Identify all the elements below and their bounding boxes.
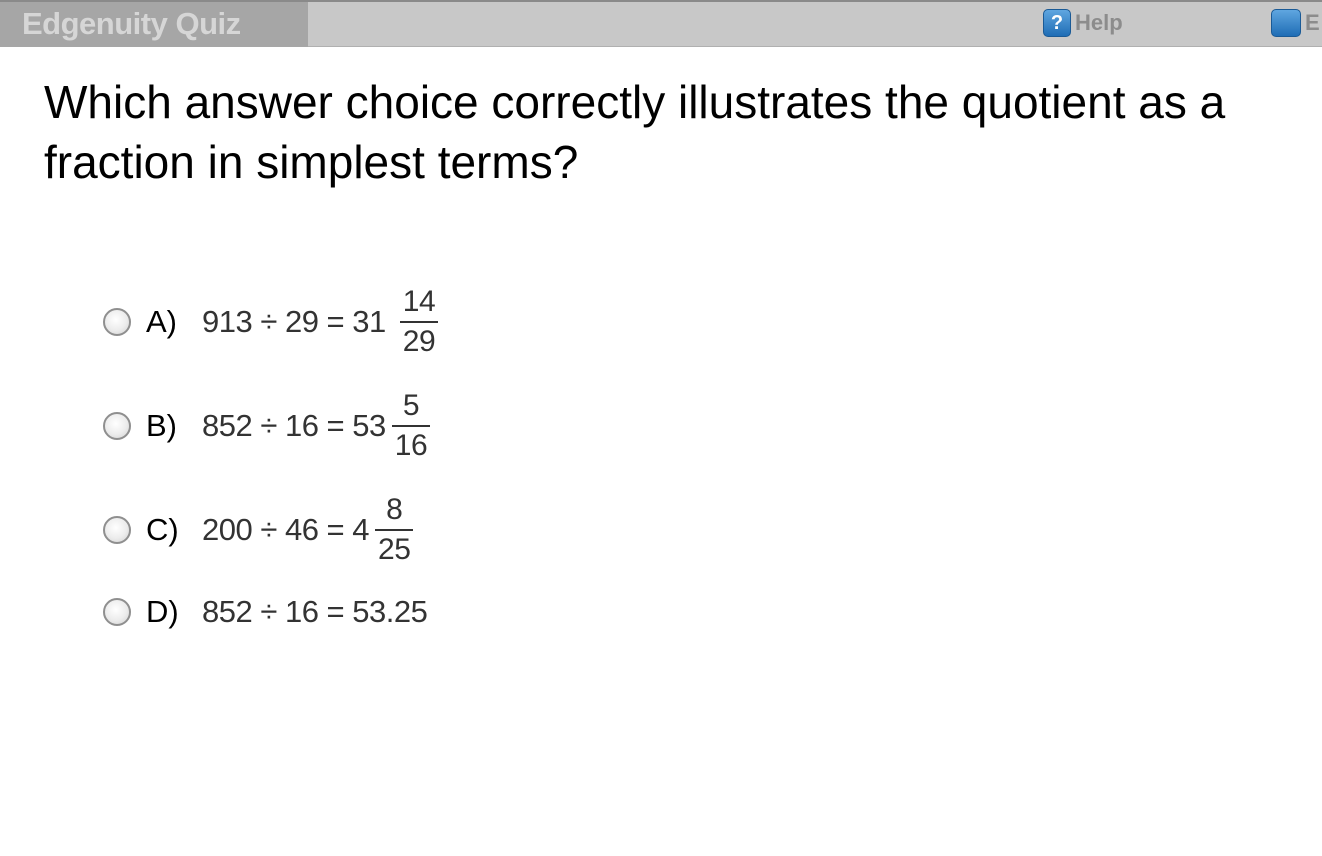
fraction-denominator-a: 29 [402,325,436,358]
choice-expression-d: 852 ÷ 16 = 53.25 [202,594,428,630]
blue-square-icon [1271,9,1301,37]
choice-letter-b: B) [146,408,177,443]
choice-letter-c: C) [146,512,179,547]
help-label: Help [1075,10,1123,35]
choice-expression-c: 200 ÷ 46 = 4 8 25 [202,493,414,566]
answer-choice-c[interactable]: C) 200 ÷ 46 = 4 8 25 [103,495,414,565]
fraction-denominator-c: 25 [378,533,411,566]
help-button[interactable]: ? Help [1043,9,1123,37]
answer-choice-d[interactable]: D) 852 ÷ 16 = 53.25 [103,592,428,632]
choice-letter-a: A) [146,304,177,339]
app-title-box: Edgenuity Quiz [0,2,308,47]
top-bar: Edgenuity Quiz ? Help E [0,0,1322,47]
expression-text-b: 852 ÷ 16 = 53 [202,408,386,443]
radio-button-a[interactable] [103,308,131,336]
expression-text-a: 913 ÷ 29 = 31 [202,304,386,339]
expression-text-d: 852 ÷ 16 = 53.25 [202,594,428,629]
fraction-numerator-c: 8 [386,493,403,526]
fraction-numerator-b: 5 [402,389,420,422]
choice-expression-a: 913 ÷ 29 = 31 14 29 [202,285,439,358]
answer-choice-b[interactable]: B) 852 ÷ 16 = 53 5 16 [103,391,431,461]
radio-button-c[interactable] [103,516,131,544]
radio-button-b[interactable] [103,412,131,440]
answer-choice-a[interactable]: A) 913 ÷ 29 = 31 14 29 [103,287,439,357]
help-icon: ? [1043,9,1071,37]
extra-button[interactable]: E [1271,9,1320,37]
fraction-a: 14 29 [399,285,439,358]
question-text: Which answer choice correctly illustrate… [44,76,1226,188]
fraction-numerator-a: 14 [402,285,436,318]
expression-text-c: 200 ÷ 46 = 4 [202,512,370,547]
fraction-b: 5 16 [391,389,431,462]
radio-button-d[interactable] [103,598,131,626]
choice-expression-b: 852 ÷ 16 = 53 5 16 [202,389,431,462]
extra-label: E [1305,10,1320,35]
choice-letter-d: D) [146,594,179,629]
fraction-denominator-b: 16 [394,429,428,462]
app-title: Edgenuity Quiz [22,6,241,41]
fraction-c: 8 25 [375,493,414,566]
